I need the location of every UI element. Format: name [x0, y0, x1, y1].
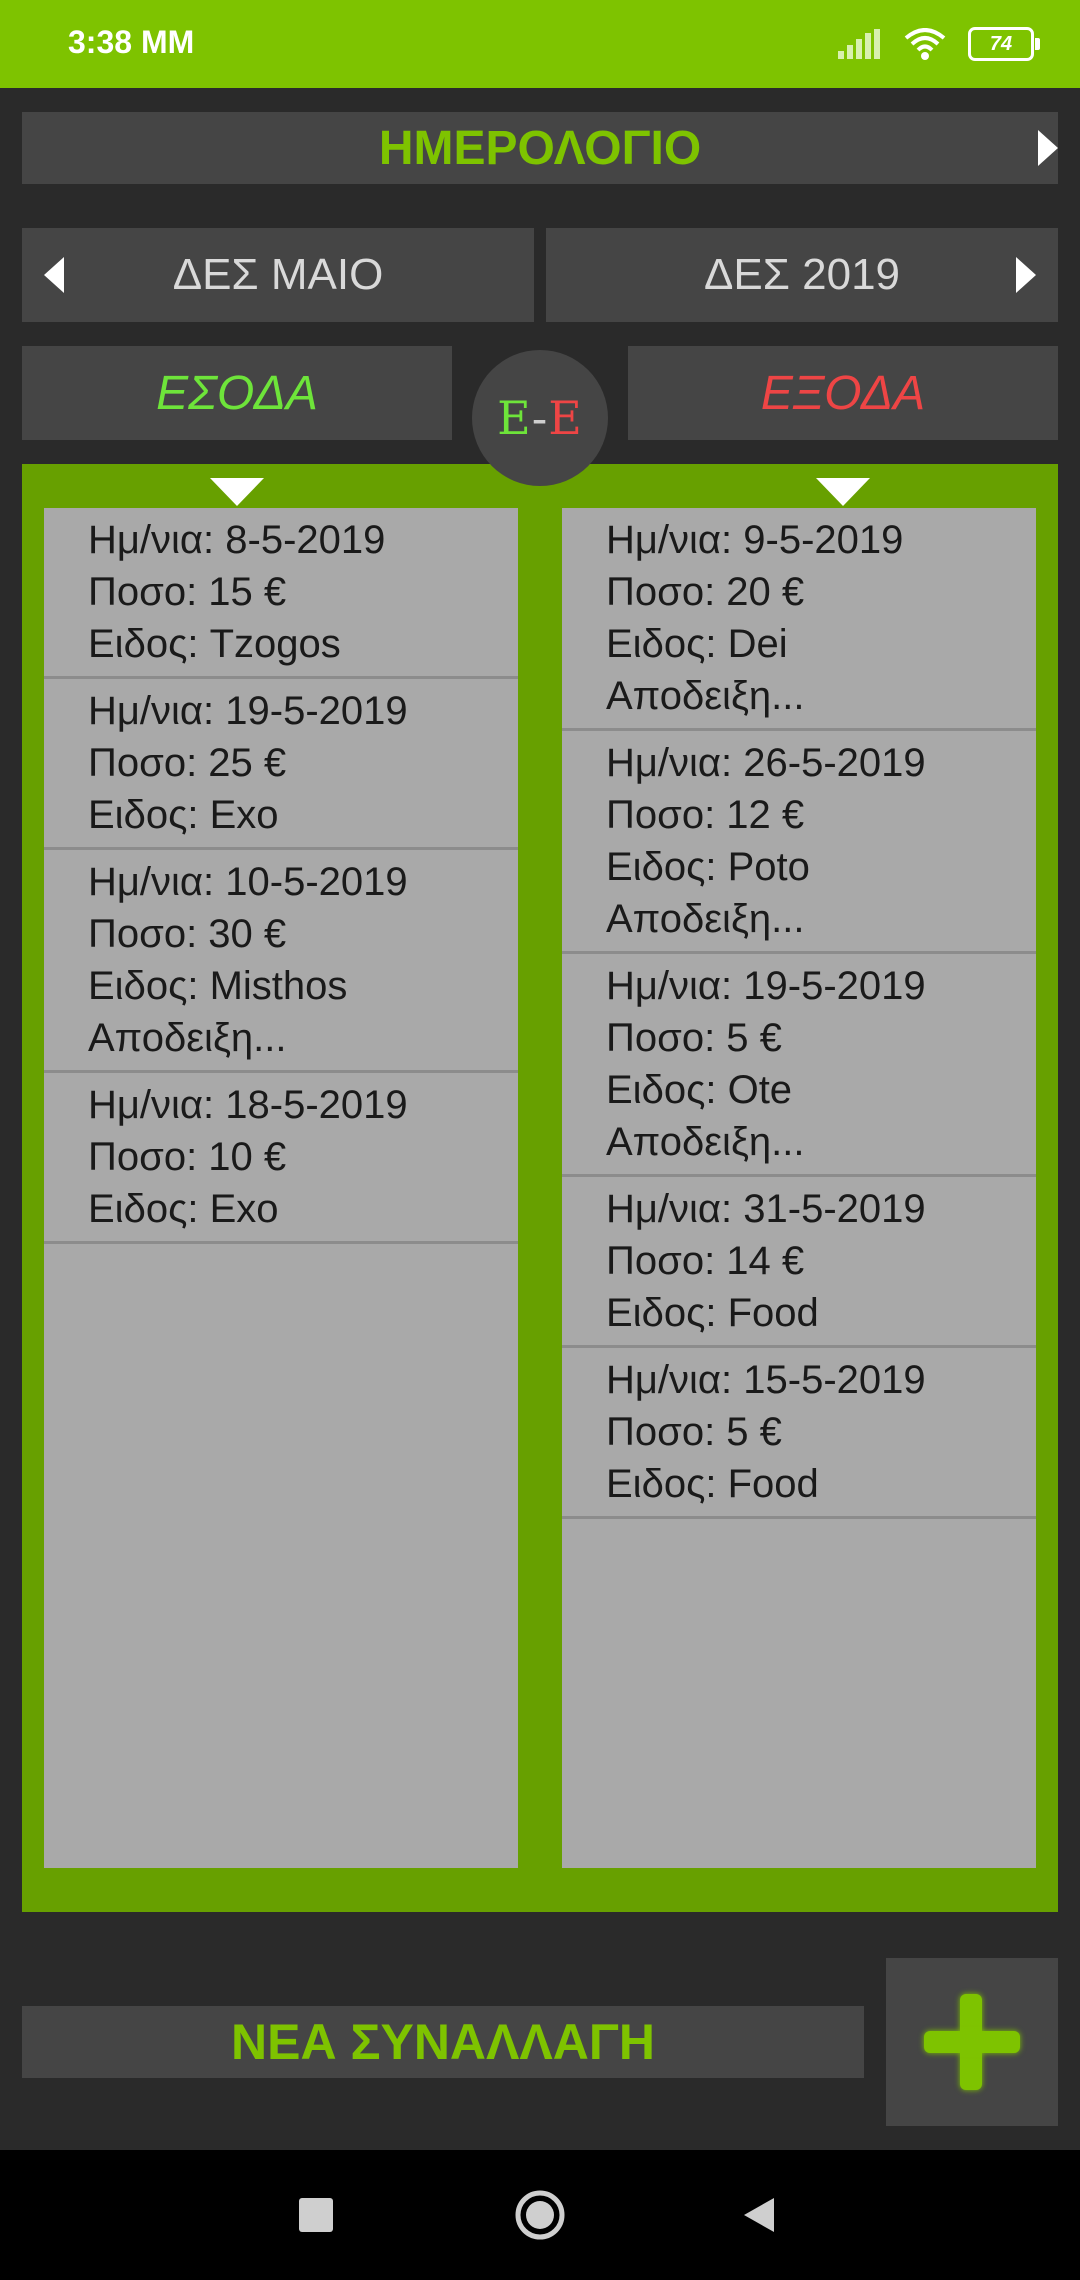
- list-item[interactable]: Ημ/νια: 10-5-2019 Ποσο: 30 € Ειδος: Mist…: [44, 850, 518, 1073]
- list-item[interactable]: Ημ/νια: 8-5-2019 Ποσο: 15 € Ειδος: Tzogo…: [44, 508, 518, 679]
- entry-receipt: Αποδειξη...: [606, 897, 805, 941]
- status-time: 3:38 MM: [68, 24, 195, 60]
- month-label: ΔΕΣ ΜΑΙΟ: [172, 250, 384, 299]
- recent-apps-icon[interactable]: [296, 2195, 336, 2235]
- status-bar: 3:38 MM 74: [0, 0, 1080, 88]
- title-bar: ΗΜΕΡΟΛΟΓΙΟ: [22, 112, 1058, 184]
- previous-month-icon[interactable]: [44, 257, 64, 293]
- entry-type: Ειδος: Misthos: [88, 964, 348, 1008]
- list-item[interactable]: Ημ/νια: 18-5-2019 Ποσο: 10 € Ειδος: Exo: [44, 1073, 518, 1244]
- entry-type: Ειδος: Dei: [606, 622, 788, 666]
- entry-date: Ημ/νια: 18-5-2019: [88, 1083, 408, 1127]
- status-icons: 74: [838, 24, 1040, 64]
- new-transaction-button[interactable]: ΝΕΑ ΣΥΝΑΛΛΑΓΗ: [22, 2006, 864, 2078]
- entry-amount: Ποσο: 20 €: [606, 570, 805, 614]
- year-label: ΔΕΣ 2019: [703, 250, 901, 299]
- month-selector[interactable]: ΔΕΣ ΜΑΙΟ: [22, 228, 534, 322]
- entry-date: Ημ/νια: 9-5-2019: [606, 518, 904, 562]
- income-sort-arrow-icon[interactable]: [210, 478, 264, 506]
- entry-date: Ημ/νια: 19-5-2019: [606, 964, 926, 1008]
- list-item[interactable]: Ημ/νια: 31-5-2019 Ποσο: 14 € Ειδος: Food: [562, 1177, 1036, 1348]
- list-item[interactable]: Ημ/νια: 15-5-2019 Ποσο: 5 € Ειδος: Food: [562, 1348, 1036, 1519]
- income-expense-toggle[interactable]: Ε - Ε: [472, 350, 608, 486]
- toggle-expense-letter: Ε: [548, 391, 583, 445]
- entry-amount: Ποσο: 10 €: [88, 1135, 287, 1179]
- entry-date: Ημ/νια: 10-5-2019: [88, 860, 408, 904]
- entry-date: Ημ/νια: 19-5-2019: [88, 689, 408, 733]
- entry-amount: Ποσο: 15 €: [88, 570, 287, 614]
- entry-receipt: Αποδειξη...: [606, 674, 805, 718]
- income-tab-label: ΕΣΟΔΑ: [156, 366, 318, 420]
- battery-icon: 74: [968, 27, 1040, 61]
- page-title: ΗΜΕΡΟΛΟΓΙΟ: [378, 121, 702, 175]
- entry-type: Ειδος: Exo: [88, 793, 279, 837]
- entry-amount: Ποσο: 25 €: [88, 741, 287, 785]
- next-year-icon[interactable]: [1016, 257, 1036, 293]
- entry-receipt: Αποδειξη...: [88, 1016, 287, 1060]
- navigation-bar: [0, 2150, 1080, 2280]
- add-transaction-button[interactable]: [886, 1958, 1058, 2126]
- home-icon[interactable]: [514, 2189, 566, 2241]
- entry-amount: Ποσο: 30 €: [88, 912, 287, 956]
- list-item[interactable]: Ημ/νια: 26-5-2019 Ποσο: 12 € Ειδος: Poto…: [562, 731, 1036, 954]
- signal-icon: [838, 29, 880, 59]
- entry-amount: Ποσο: 5 €: [606, 1410, 782, 1454]
- list-item[interactable]: Ημ/νια: 9-5-2019 Ποσο: 20 € Ειδος: Dei Α…: [562, 508, 1036, 731]
- chevron-right-icon[interactable]: [1038, 130, 1058, 166]
- income-list: Ημ/νια: 8-5-2019 Ποσο: 15 € Ειδος: Tzogo…: [44, 508, 518, 1868]
- entry-date: Ημ/νια: 15-5-2019: [606, 1358, 926, 1402]
- year-selector[interactable]: ΔΕΣ 2019: [546, 228, 1058, 322]
- new-transaction-label: ΝΕΑ ΣΥΝΑΛΛΑΓΗ: [231, 2014, 655, 2070]
- entry-amount: Ποσο: 5 €: [606, 1016, 782, 1060]
- list-item[interactable]: Ημ/νια: 19-5-2019 Ποσο: 5 € Ειδος: Ote Α…: [562, 954, 1036, 1177]
- entry-type: Ειδος: Poto: [606, 845, 810, 889]
- entry-date: Ημ/νια: 8-5-2019: [88, 518, 386, 562]
- entry-date: Ημ/νια: 31-5-2019: [606, 1187, 926, 1231]
- entry-type: Ειδος: Food: [606, 1462, 819, 1506]
- toggle-separator: -: [531, 391, 549, 445]
- wifi-icon: [904, 28, 946, 60]
- list-item[interactable]: Ημ/νια: 19-5-2019 Ποσο: 25 € Ειδος: Exo: [44, 679, 518, 850]
- tab-expenses[interactable]: ΕΞΟΔΑ: [628, 346, 1058, 440]
- back-icon[interactable]: [740, 2195, 780, 2235]
- tab-income[interactable]: ΕΣΟΔΑ: [22, 346, 452, 440]
- entry-type: Ειδος: Ote: [606, 1068, 793, 1112]
- expense-sort-arrow-icon[interactable]: [816, 478, 870, 506]
- expense-tab-label: ΕΞΟΔΑ: [760, 366, 926, 420]
- entry-type: Ειδος: Food: [606, 1291, 819, 1335]
- entry-amount: Ποσο: 14 €: [606, 1239, 805, 1283]
- entry-type: Ειδος: Exo: [88, 1187, 279, 1231]
- entry-date: Ημ/νια: 26-5-2019: [606, 741, 926, 785]
- entry-type: Ειδος: Tzogos: [88, 622, 341, 666]
- toggle-income-letter: Ε: [497, 391, 532, 445]
- expense-list: Ημ/νια: 9-5-2019 Ποσο: 20 € Ειδος: Dei Α…: [562, 508, 1036, 1868]
- entry-receipt: Αποδειξη...: [606, 1120, 805, 1164]
- entry-amount: Ποσο: 12 €: [606, 793, 805, 837]
